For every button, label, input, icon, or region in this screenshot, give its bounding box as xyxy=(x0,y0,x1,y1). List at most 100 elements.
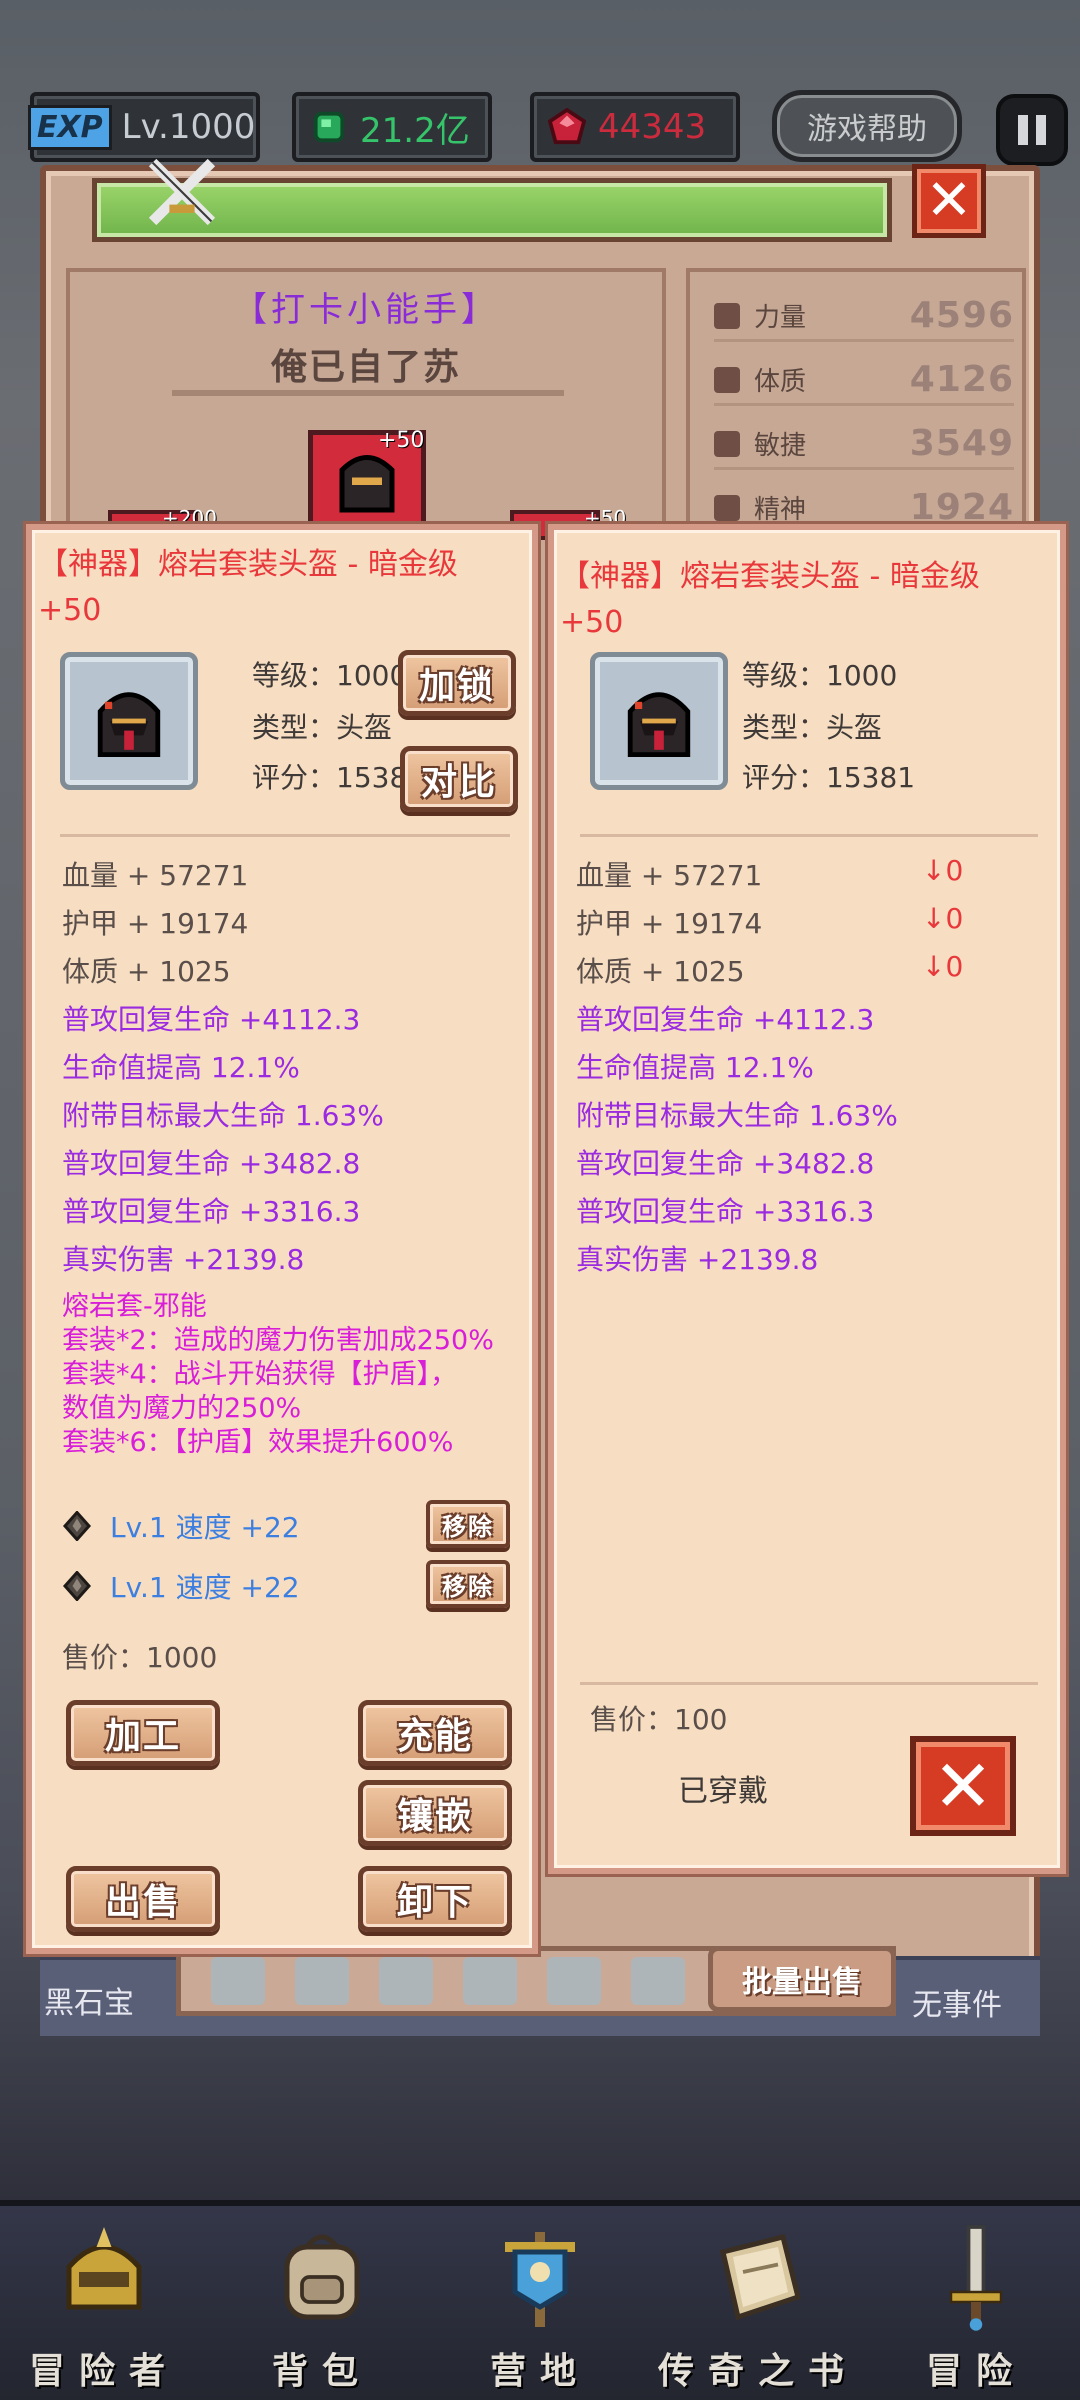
nav-adventure[interactable]: 冒险 xyxy=(876,2222,1076,2392)
item-title-line: 【神器】熔岩套装头盔 - 暗金级 xyxy=(38,547,458,582)
extra-attr: 生命值提高 12.1% xyxy=(62,1051,300,1084)
equipped-label: 已穿戴 xyxy=(678,1774,768,1809)
stat-value: 4126 xyxy=(909,359,1014,400)
extra-attr: 普攻回复生命 +3482.8 xyxy=(62,1147,361,1180)
base-attr-armor: 护甲 + 19174 xyxy=(576,907,763,940)
extra-attr: 普攻回复生命 +4112.3 xyxy=(62,1003,361,1036)
red-currency-display: 44343 xyxy=(530,92,740,162)
spirit-icon xyxy=(714,494,740,521)
event-strip-left-text: 黑石宝 xyxy=(44,1986,134,2021)
weapon-tab-icon[interactable] xyxy=(211,1957,265,2005)
socket-gem-row: Lv.1 速度 +22 xyxy=(62,1506,300,1546)
legend-book-icon xyxy=(720,2233,801,2321)
base-attr-constitution: 体质 + 1025 xyxy=(62,955,231,988)
extra-attr: 生命值提高 12.1% xyxy=(576,1051,814,1084)
nav-backpack[interactable]: 背包 xyxy=(222,2222,422,2392)
nav-label: 传奇之书 xyxy=(658,2351,859,2392)
crossed-swords-icon xyxy=(148,158,216,226)
game-help-button[interactable]: 游戏帮助 xyxy=(772,90,962,162)
attr-diff: ↓0 xyxy=(922,854,964,887)
stat-label: 体质 xyxy=(754,367,807,397)
stat-label: 精神 xyxy=(754,495,807,525)
nav-label: 背包 xyxy=(271,2351,372,2392)
extra-attr: 附带目标最大生命 1.63% xyxy=(62,1099,384,1132)
exp-badge: EXP xyxy=(28,104,112,150)
socket-gem-row: Lv.1 速度 +22 xyxy=(62,1566,300,1606)
remove-gem-button[interactable]: 移除 xyxy=(426,1560,510,1608)
helmet-tab-icon[interactable] xyxy=(379,1957,433,2005)
pause-icon xyxy=(1018,115,1028,145)
set-bonus-6: 套装*6：【护盾】效果提升600% xyxy=(62,1427,454,1458)
sell-button[interactable]: 出售 xyxy=(66,1866,220,1932)
backpack-icon xyxy=(284,2234,360,2320)
dark-gem-icon xyxy=(62,1511,92,1541)
base-attr-constitution: 体质 + 1025 xyxy=(576,955,745,988)
stat-label: 力量 xyxy=(754,303,807,333)
nav-label: 冒险 xyxy=(925,2351,1026,2392)
strength-icon xyxy=(714,302,740,329)
process-button[interactable]: 加工 xyxy=(66,1700,220,1766)
attr-diff: ↓0 xyxy=(922,902,964,935)
base-attr-hp: 血量 + 57271 xyxy=(62,859,249,892)
inlay-button[interactable]: 镶嵌 xyxy=(358,1780,512,1846)
stat-row-agility: 敏捷 3549 xyxy=(714,420,1014,470)
stat-label: 敏捷 xyxy=(754,431,807,461)
extra-attr: 附带目标最大生命 1.63% xyxy=(576,1099,898,1132)
compare-button[interactable]: 对比 xyxy=(400,746,518,812)
item-type: 类型：头盔 xyxy=(252,711,393,744)
red-currency-value: 44343 xyxy=(598,107,707,147)
green-gem-icon xyxy=(313,111,345,143)
character-divider xyxy=(172,390,564,396)
character-name: 俺已自了苏 xyxy=(270,347,461,388)
attr-divider xyxy=(60,834,510,837)
lava-helmet-icon xyxy=(97,692,161,757)
extra-attr: 普攻回复生命 +3482.8 xyxy=(576,1147,875,1180)
lava-helmet-icon xyxy=(627,692,691,757)
dark-gem-icon xyxy=(62,1571,92,1601)
item-price: 售价：1000 xyxy=(62,1641,218,1674)
attr-divider xyxy=(580,834,1038,837)
remove-gem-button[interactable]: 移除 xyxy=(426,1500,510,1548)
extra-attr: 普攻回复生命 +3316.3 xyxy=(62,1195,361,1228)
item-score: 评分：15381 xyxy=(742,761,916,794)
pause-button[interactable] xyxy=(996,94,1068,166)
extra-attr: 真实伤害 +2139.8 xyxy=(576,1243,819,1276)
charge-button[interactable]: 充能 xyxy=(358,1700,512,1766)
camp-banner-icon xyxy=(505,2232,575,2327)
gem-text: Lv.1 速度 +22 xyxy=(110,1571,300,1604)
stat-row-spirit: 精神 1924 xyxy=(714,484,1014,525)
armor-tab-icon[interactable] xyxy=(463,1957,517,2005)
nav-camp[interactable]: 营地 xyxy=(440,2222,640,2392)
extra-attr: 普攻回复生命 +4112.3 xyxy=(576,1003,875,1036)
batch-sell-button[interactable]: 批量出售 xyxy=(708,1946,896,2012)
stat-row-strength: 力量 4596 xyxy=(714,292,1014,342)
unequip-button[interactable]: 卸下 xyxy=(358,1866,512,1932)
red-gem-icon xyxy=(548,108,586,145)
character-title: 【打卡小能手】 xyxy=(233,290,499,330)
nav-label: 冒险者 xyxy=(28,2351,179,2392)
helmet-slot-plus: +50 xyxy=(378,428,425,453)
level-text: Lv.1000 xyxy=(121,107,256,147)
nav-adventurer[interactable]: 冒险者 xyxy=(4,2222,204,2392)
price-divider xyxy=(580,1682,1038,1685)
item-level: 等级：1000 xyxy=(742,659,898,692)
item-icon-frame xyxy=(60,652,198,790)
item-type: 类型：头盔 xyxy=(742,711,883,744)
lock-button[interactable]: 加锁 xyxy=(398,650,516,716)
pants-tab-icon[interactable] xyxy=(547,1957,601,2005)
attr-diff: ↓0 xyxy=(922,950,964,983)
panel-close-button[interactable]: ✕ xyxy=(912,164,986,238)
character-stats-box: 力量 4596 体质 4126 敏捷 3549 精神 1924 xyxy=(686,268,1026,528)
green-currency-value: 21.2亿 xyxy=(360,110,470,151)
shield-tab-icon[interactable] xyxy=(295,1957,349,2005)
base-attr-hp: 血量 + 57271 xyxy=(576,859,763,892)
nav-legend-book[interactable]: 传奇之书 xyxy=(658,2222,858,2392)
extra-attr: 真实伤害 +2139.8 xyxy=(62,1243,305,1276)
close-compare-button[interactable]: ✕ xyxy=(910,1736,1016,1836)
item-title: 【神器】熔岩套装头盔 - 暗金级 +50 xyxy=(38,542,528,634)
stat-value: 4596 xyxy=(909,295,1014,336)
ring-tab-icon[interactable] xyxy=(631,1957,685,2005)
gem-text: Lv.1 速度 +22 xyxy=(110,1511,300,1544)
item-price: 售价：100 xyxy=(590,1703,728,1736)
sword-icon xyxy=(949,2225,1003,2331)
